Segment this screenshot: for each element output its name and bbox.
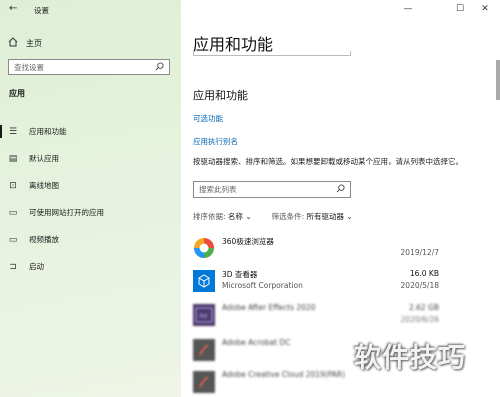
filter-value: 所有驱动器 bbox=[306, 212, 345, 221]
browser-360-icon bbox=[193, 237, 215, 259]
settings-search-input[interactable]: 查找设置 bbox=[8, 59, 170, 75]
sidebar-item-apps-features[interactable]: ☰ 应用和功能 bbox=[0, 118, 181, 145]
sidebar-section-title: 应用 bbox=[9, 89, 25, 98]
startup-icon: ⊐ bbox=[9, 261, 17, 272]
settings-search-placeholder: 查找设置 bbox=[14, 62, 44, 72]
sidebar-item-label: 可使用网站打开的应用 bbox=[29, 208, 104, 217]
search-icon bbox=[155, 61, 164, 73]
sidebar-item-label: 启动 bbox=[29, 262, 44, 271]
description-text: 按驱动器搜索、排序和筛选。如果想要卸载或移动某个应用，请从列表中选择它。 bbox=[193, 157, 463, 166]
filter-bar: 排序依据: 名称 ⌄ 筛选条件: 所有驱动器 ⌄ bbox=[193, 211, 353, 222]
sidebar-item-video-playback[interactable]: ▭ 视频播放 bbox=[0, 226, 181, 253]
sidebar-item-startup[interactable]: ⊐ 启动 bbox=[0, 253, 181, 280]
home-nav-item[interactable]: 主页 bbox=[8, 36, 42, 50]
watermark: 软件技巧 bbox=[354, 343, 466, 374]
app-name: 3D 查看器 bbox=[222, 270, 258, 279]
sort-label: 排序依据: bbox=[193, 212, 226, 221]
svg-text:Ae: Ae bbox=[199, 312, 208, 320]
app-name: Adobe Acrobat DC bbox=[222, 338, 291, 347]
app-date: 2019/12/7 bbox=[400, 248, 439, 257]
acrobat-icon bbox=[193, 339, 215, 361]
app-list-item[interactable]: Ae Adobe After Effects 2020 2.62 GB 2020… bbox=[193, 301, 463, 329]
app-name: Adobe Creative Cloud 2019(PAR) bbox=[222, 370, 346, 379]
app-name: 360极速浏览器 bbox=[222, 237, 274, 246]
close-button[interactable]: ✕ bbox=[470, 2, 500, 16]
app-size: 2.62 GB bbox=[408, 303, 439, 312]
optional-features-link[interactable]: 可选功能 bbox=[193, 113, 223, 124]
sidebar-nav: ☰ 应用和功能 ▤ 默认应用 ⊡ 离线地图 ▭ 可使用网站打开的应用 ▭ 视频播… bbox=[0, 118, 181, 280]
app-date: 2020/6/26 bbox=[400, 315, 439, 324]
after-effects-icon: Ae bbox=[193, 304, 215, 326]
section-title: 应用和功能 bbox=[193, 89, 248, 102]
chevron-down-icon: ⌄ bbox=[346, 212, 353, 221]
sidebar-item-website-apps[interactable]: ▭ 可使用网站打开的应用 bbox=[0, 199, 181, 226]
app-list-item[interactable]: 3D 查看器 Microsoft Corporation 16.0 KB 202… bbox=[193, 267, 463, 295]
app-name: Adobe After Effects 2020 bbox=[222, 303, 316, 312]
apps-list-icon: ☰ bbox=[8, 126, 18, 137]
home-icon bbox=[8, 37, 18, 49]
filter-label: 筛选条件: bbox=[271, 212, 305, 221]
home-label: 主页 bbox=[26, 38, 42, 48]
app-size: 16.0 KB bbox=[409, 269, 439, 278]
filter-dropdown[interactable]: 筛选条件: 所有驱动器 ⌄ bbox=[272, 211, 353, 222]
sidebar-item-label: 视频播放 bbox=[29, 235, 59, 244]
sidebar: ← 设置 主页 查找设置 应用 ☰ 应用和功能 ▤ 默认应用 ⊡ 离线地图 ▭ … bbox=[0, 0, 181, 397]
video-icon: ▭ bbox=[8, 234, 18, 245]
default-apps-icon: ▤ bbox=[8, 153, 18, 164]
window-title: 设置 bbox=[34, 6, 49, 15]
sidebar-item-label: 应用和功能 bbox=[29, 127, 67, 136]
header-divider bbox=[193, 51, 351, 56]
back-arrow-icon[interactable]: ← bbox=[9, 3, 17, 14]
website-app-icon: ▭ bbox=[8, 207, 18, 218]
app-list-search-placeholder: 搜索此列表 bbox=[199, 185, 237, 194]
sidebar-item-label: 默认应用 bbox=[29, 154, 59, 163]
app-date: 2020/5/18 bbox=[400, 281, 439, 290]
search-icon bbox=[336, 184, 345, 195]
sort-dropdown[interactable]: 排序依据: 名称 ⌄ bbox=[193, 211, 252, 222]
3d-viewer-icon bbox=[193, 270, 215, 292]
sidebar-item-label: 离线地图 bbox=[29, 181, 59, 190]
sidebar-item-offline-maps[interactable]: ⊡ 离线地图 bbox=[0, 172, 181, 199]
minimize-button[interactable]: — bbox=[393, 2, 423, 16]
scrollbar-thumb[interactable] bbox=[496, 60, 500, 100]
sort-value: 名称 bbox=[227, 212, 243, 221]
chevron-down-icon: ⌄ bbox=[245, 212, 252, 221]
app-publisher: Microsoft Corporation bbox=[222, 281, 303, 290]
app-aliases-link[interactable]: 应用执行别名 bbox=[193, 136, 238, 147]
sidebar-item-default-apps[interactable]: ▤ 默认应用 bbox=[0, 145, 181, 172]
app-list-search-input[interactable]: 搜索此列表 bbox=[193, 181, 351, 198]
offline-map-icon: ⊡ bbox=[9, 180, 17, 191]
creative-cloud-icon bbox=[193, 371, 215, 393]
app-list-item[interactable]: 360极速浏览器 2019/12/7 bbox=[193, 234, 463, 262]
